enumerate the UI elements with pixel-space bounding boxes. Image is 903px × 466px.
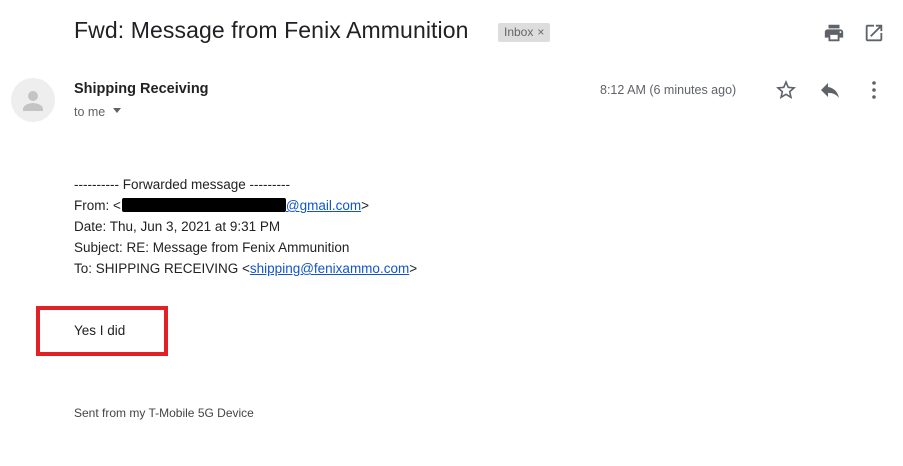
from-email-link[interactable]: @gmail.com: [286, 198, 361, 213]
recipient-summary: to me: [74, 105, 106, 119]
redaction-bar: [121, 198, 286, 213]
message-timestamp: 8:12 AM (6 minutes ago): [600, 83, 737, 97]
remove-label-icon[interactable]: ×: [537, 25, 544, 39]
forwarded-from-line: From: < @gmail.com>: [74, 198, 369, 213]
star-icon[interactable]: [774, 78, 798, 102]
reply-icon[interactable]: [818, 78, 842, 102]
forwarded-date-line: Date: Thu, Jun 3, 2021 at 9:31 PM: [74, 219, 281, 234]
sender-name[interactable]: Shipping Receiving: [74, 81, 209, 97]
inbox-label-chip[interactable]: Inbox ×: [498, 23, 551, 42]
to-label: To: SHIPPING RECEIVING <: [74, 261, 250, 276]
forwarded-divider: ---------- Forwarded message ---------: [74, 177, 290, 192]
from-label: From: <: [74, 198, 121, 213]
forwarded-to-line: To: SHIPPING RECEIVING <shipping@fenixam…: [74, 261, 417, 276]
print-icon[interactable]: [823, 22, 845, 44]
to-suffix: >: [409, 261, 418, 276]
chevron-down-icon[interactable]: [113, 108, 122, 114]
email-signature: Sent from my T-Mobile 5G Device: [74, 406, 254, 420]
label-chip-text: Inbox: [504, 25, 534, 39]
email-subject: Fwd: Message from Fenix Ammunition: [74, 17, 469, 43]
recipient-details-toggle[interactable]: to me: [74, 105, 122, 119]
open-in-new-window-icon[interactable]: [863, 22, 885, 44]
person-icon: [23, 91, 43, 111]
forwarded-subject-line: Subject: RE: Message from Fenix Ammuniti…: [74, 240, 350, 255]
to-email-link[interactable]: shipping@fenixammo.com: [250, 261, 409, 276]
more-options-icon[interactable]: [862, 78, 886, 102]
from-suffix: >: [361, 198, 370, 213]
sender-avatar[interactable]: [11, 78, 55, 122]
reply-text: Yes I did: [74, 323, 126, 338]
